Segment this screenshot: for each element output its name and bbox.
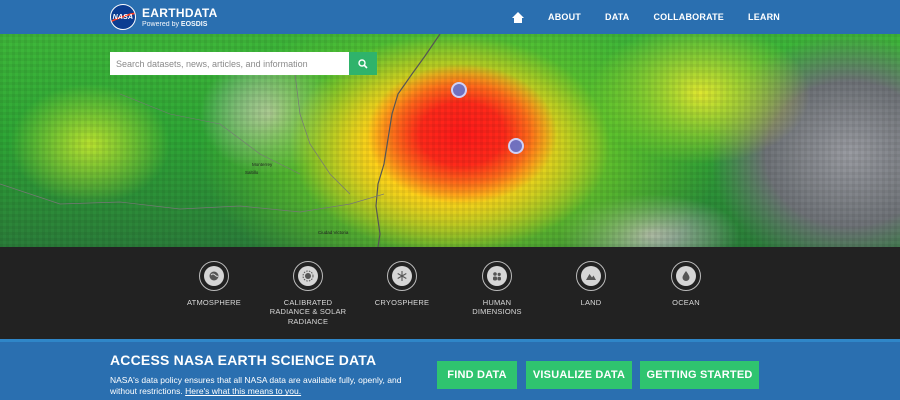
search-button[interactable] xyxy=(349,52,377,75)
category-icon-ring xyxy=(199,261,229,291)
logo-title: EARTHDATA xyxy=(142,5,218,20)
search-bar xyxy=(110,52,377,75)
site-header: NASA EARTHDATA Powered by EOSDIS ABOUT D… xyxy=(0,0,900,34)
map-label-victoria: Ciudad Victoria xyxy=(318,230,349,235)
nav-learn[interactable]: LEARN xyxy=(748,12,780,22)
category-icon-ring xyxy=(576,261,606,291)
category-ocean[interactable]: OCEAN xyxy=(646,261,726,307)
map-marker[interactable] xyxy=(508,138,524,154)
nav-about[interactable]: ABOUT xyxy=(548,12,581,22)
home-icon[interactable] xyxy=(512,11,524,23)
atmosphere-icon xyxy=(204,266,224,286)
category-label: CALIBRATED RADIANCE & SOLAR RADIANCE xyxy=(269,298,347,326)
category-cryosphere[interactable]: CRYOSPHERE xyxy=(362,261,442,307)
water-drop-icon xyxy=(676,266,696,286)
mountain-icon xyxy=(581,266,601,286)
category-label: HUMAN DIMENSIONS xyxy=(472,298,522,317)
hero-satellite-map: Monterrey Saltillo Ciudad Victoria xyxy=(0,34,900,247)
access-data-section: ACCESS NASA EARTH SCIENCE DATA NASA's da… xyxy=(0,339,900,400)
logo-sub-prefix: Powered by xyxy=(142,20,179,28)
logo-subtitle: Powered by EOSDIS xyxy=(142,21,218,28)
nav-collaborate[interactable]: COLLABORATE xyxy=(653,12,724,22)
category-icon-ring xyxy=(482,261,512,291)
category-icon-ring xyxy=(293,261,323,291)
visualize-data-button[interactable]: VISUALIZE DATA xyxy=(526,361,632,389)
category-icon-ring xyxy=(387,261,417,291)
category-land[interactable]: LAND xyxy=(551,261,631,307)
category-human-dimensions[interactable]: HUMAN DIMENSIONS xyxy=(457,261,537,317)
snowflake-icon xyxy=(392,266,412,286)
nav-data[interactable]: DATA xyxy=(605,12,629,22)
category-icon-ring xyxy=(671,261,701,291)
radiance-icon xyxy=(298,266,318,286)
getting-started-button[interactable]: GETTING STARTED xyxy=(640,361,759,389)
search-icon xyxy=(358,58,368,69)
search-input[interactable] xyxy=(110,52,349,75)
cta-description: NASA's data policy ensures that all NASA… xyxy=(110,375,420,398)
earthdata-logo[interactable]: NASA EARTHDATA Powered by EOSDIS xyxy=(110,4,218,30)
category-radiance[interactable]: CALIBRATED RADIANCE & SOLAR RADIANCE xyxy=(268,261,348,326)
people-icon xyxy=(487,266,507,286)
category-label: CRYOSPHERE xyxy=(374,298,430,307)
data-policy-link[interactable]: Here's what this means to you. xyxy=(185,386,301,396)
category-label: ATMOSPHERE xyxy=(187,298,241,307)
nasa-logo-text: NASA xyxy=(112,13,134,21)
main-nav: ABOUT DATA COLLABORATE LEARN xyxy=(512,0,780,34)
nasa-logo-icon: NASA xyxy=(110,4,136,30)
category-atmosphere[interactable]: ATMOSPHERE xyxy=(174,261,254,307)
category-label: LAND xyxy=(580,298,602,307)
find-data-button[interactable]: FIND DATA xyxy=(437,361,517,389)
category-label: OCEAN xyxy=(672,298,700,307)
map-marker[interactable] xyxy=(451,82,467,98)
category-bar: ATMOSPHERE CALIBRATED RADIANCE & SOLAR R… xyxy=(0,247,900,339)
cta-title: ACCESS NASA EARTH SCIENCE DATA xyxy=(110,352,377,368)
map-label-monterrey: Monterrey xyxy=(252,162,273,167)
logo-text: EARTHDATA Powered by EOSDIS xyxy=(142,7,218,28)
map-label-saltillo: Saltillo xyxy=(245,170,259,175)
logo-sub-brand: EOSDIS xyxy=(180,20,208,28)
